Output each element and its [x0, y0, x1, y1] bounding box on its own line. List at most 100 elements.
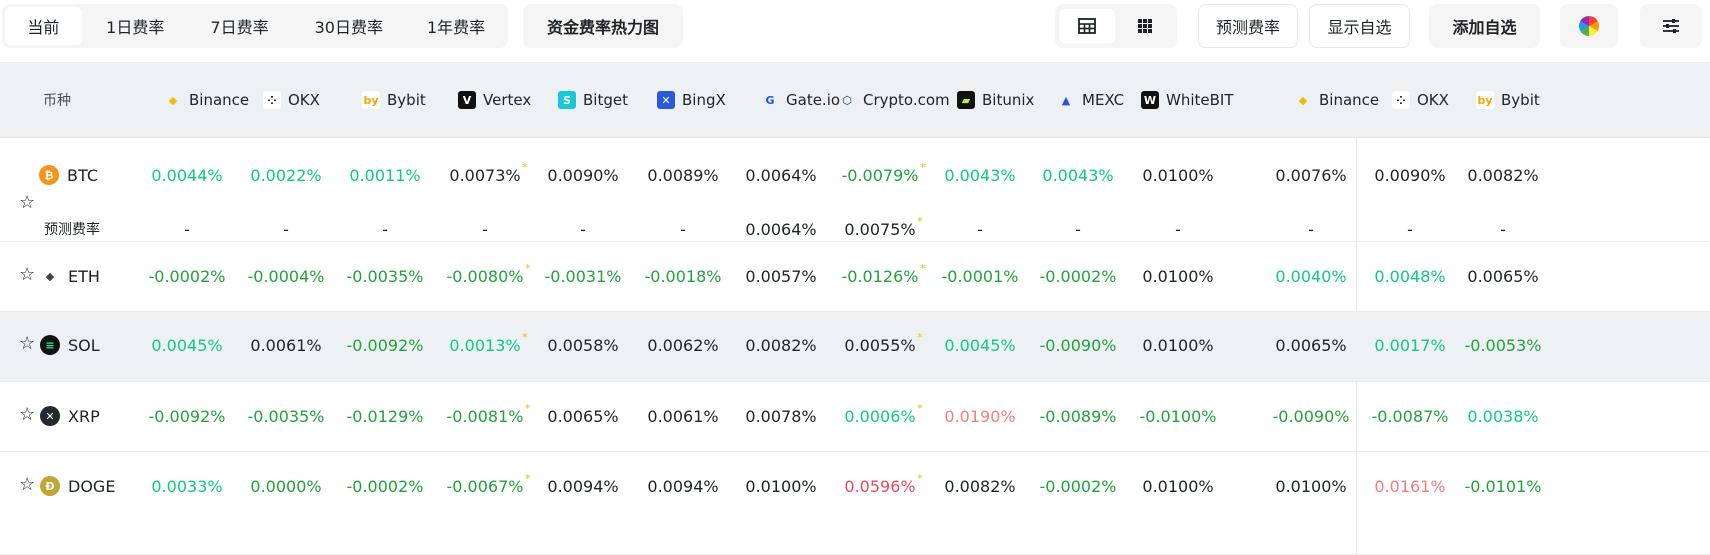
funding-rate-cell[interactable]: 0.0065% [1275, 336, 1346, 355]
funding-rate-cell[interactable]: -0.0004% [248, 267, 325, 286]
tab-1d[interactable]: 1日费率 [82, 7, 189, 45]
show-favorites-button[interactable]: 显示自选 [1309, 4, 1410, 48]
exchange-header-okx-2[interactable]: ⁘ OKX [1392, 62, 1449, 138]
funding-rate-cell[interactable]: 0.0082% [1467, 166, 1538, 185]
funding-rate-cell[interactable]: 0.0073% * [449, 161, 527, 185]
funding-rate-cell[interactable]: -0.0126% * [842, 262, 926, 286]
funding-rate-cell[interactable]: 0.0013% * [449, 331, 527, 355]
funding-rate-cell[interactable]: 0.0100% [1142, 267, 1213, 286]
funding-rate-cell[interactable]: 0.0061% [250, 336, 321, 355]
funding-rate-cell[interactable]: 0.0022% [250, 166, 321, 185]
heatmap-button[interactable]: 资金费率热力图 [523, 4, 683, 48]
exchange-header-mexc[interactable]: ▲ MEXC [1057, 62, 1124, 138]
funding-rate-cell[interactable]: 0.0011% [349, 166, 420, 185]
funding-rate-cell[interactable]: 0.0043% [1042, 166, 1113, 185]
exchange-header-cryptocom[interactable]: ⬡ Crypto.com [838, 62, 949, 138]
exchange-header-gateio[interactable]: G Gate.io [761, 62, 840, 138]
coin-cell[interactable]: ≡ SOL [40, 335, 100, 355]
funding-rate-cell[interactable]: -0.0079% * [842, 161, 926, 185]
funding-rate-cell[interactable]: -0.0035% [248, 407, 325, 426]
funding-rate-cell[interactable]: 0.0190% [944, 407, 1015, 426]
table-row[interactable]: ☆ ✕ XRP -0.0092% -0.0035% -0.0129% -0.0081% * 0.… [0, 382, 1710, 452]
table-row[interactable]: ☆ ≡ SOL 0.0045% 0.0061% -0.0092% 0.0013% * 0.005… [0, 312, 1710, 382]
tab-1y[interactable]: 1年费率 [407, 7, 505, 45]
funding-rate-cell[interactable]: 0.0055% * [844, 331, 922, 355]
favorite-star-icon[interactable]: ☆ [19, 192, 35, 213]
predict-rate-button[interactable]: 预测费率 [1198, 4, 1298, 48]
favorite-star-icon[interactable]: ☆ [19, 264, 35, 285]
funding-rate-cell[interactable]: 0.0045% [151, 336, 222, 355]
grid-view-button[interactable] [1117, 9, 1173, 43]
funding-rate-cell[interactable]: 0.0082% [745, 336, 816, 355]
funding-rate-cell[interactable]: 0.0048% [1374, 267, 1445, 286]
funding-rate-cell[interactable]: 0.0040% [1275, 267, 1346, 286]
funding-rate-cell[interactable]: 0.0038% [1467, 407, 1538, 426]
table-row[interactable]: ☆ ◆ ETH -0.0002% -0.0004% -0.0035% -0.0080% * -0… [0, 242, 1710, 312]
funding-rate-cell[interactable]: 0.0045% [944, 336, 1015, 355]
funding-rate-cell[interactable]: 0.0090% [1374, 166, 1445, 185]
funding-rate-cell[interactable]: -0.0101% [1465, 477, 1542, 496]
exchange-header-bybit-2[interactable]: by Bybit [1476, 62, 1540, 138]
coin-cell[interactable]: ✕ XRP [40, 406, 100, 426]
funding-rate-cell[interactable]: 0.0100% [1142, 477, 1213, 496]
tab-current[interactable]: 当前 [5, 7, 82, 45]
funding-rate-cell[interactable]: 0.0100% [1275, 477, 1346, 496]
funding-rate-cell[interactable]: -0.0090% [1273, 407, 1350, 426]
funding-rate-cell[interactable]: 0.0061% [647, 407, 718, 426]
table-row[interactable]: ☆ ₿ BTC 0.0044% 0.0022% 0.0011% 0.0073% * 0.0090… [0, 138, 1710, 242]
funding-rate-cell[interactable]: 0.0065% [547, 407, 618, 426]
funding-rate-cell[interactable]: 0.0100% [745, 477, 816, 496]
exchange-header-binance-2[interactable]: ◆ Binance [1294, 62, 1379, 138]
funding-rate-cell[interactable]: 0.0078% [745, 407, 816, 426]
funding-rate-cell[interactable]: -0.0002% [1040, 267, 1117, 286]
funding-rate-cell[interactable]: -0.0129% [347, 407, 424, 426]
favorite-star-icon[interactable]: ☆ [19, 404, 35, 425]
funding-rate-cell[interactable]: -0.0002% [347, 477, 424, 496]
funding-rate-cell[interactable]: -0.0002% [149, 267, 226, 286]
funding-rate-cell[interactable]: 0.0065% [1467, 267, 1538, 286]
funding-rate-cell[interactable]: -0.0035% [347, 267, 424, 286]
funding-rate-cell[interactable]: -0.0089% [1040, 407, 1117, 426]
funding-rate-cell[interactable]: 0.0062% [647, 336, 718, 355]
exchange-header-bitget[interactable]: S Bitget [558, 62, 628, 138]
funding-rate-cell[interactable]: 0.0596% * [844, 472, 922, 496]
funding-rate-cell[interactable]: -0.0067% * [447, 472, 531, 496]
funding-rate-cell[interactable]: -0.0018% [645, 267, 722, 286]
funding-rate-cell[interactable]: 0.0094% [547, 477, 618, 496]
funding-rate-cell[interactable]: -0.0087% [1372, 407, 1449, 426]
coin-cell[interactable]: ₿ BTC [39, 165, 98, 185]
funding-rate-cell[interactable]: 0.0161% [1374, 477, 1445, 496]
funding-rate-cell[interactable]: -0.0080% * [447, 262, 531, 286]
exchange-header-vertex[interactable]: V Vertex [458, 62, 531, 138]
exchange-header-bingx[interactable]: ✕ BingX [657, 62, 726, 138]
table-row[interactable]: ☆ Ð DOGE 0.0033% 0.0000% -0.0002% -0.0067% * 0.0… [0, 452, 1710, 555]
exchange-header-bitunix[interactable]: ▰ Bitunix [957, 62, 1034, 138]
funding-rate-cell[interactable]: 0.0089% [647, 166, 718, 185]
tab-30d[interactable]: 30日费率 [290, 7, 407, 45]
settings-button[interactable] [1640, 4, 1702, 48]
funding-rate-cell[interactable]: 0.0033% [151, 477, 222, 496]
funding-rate-cell[interactable]: 0.0094% [647, 477, 718, 496]
funding-rate-cell[interactable]: 0.0000% [250, 477, 321, 496]
exchange-header-okx[interactable]: ⁘ OKX [263, 62, 320, 138]
tab-7d[interactable]: 7日费率 [189, 7, 291, 45]
color-button[interactable] [1560, 4, 1618, 48]
exchange-header-binance[interactable]: ◆ Binance [164, 62, 249, 138]
funding-rate-cell[interactable]: -0.0090% [1040, 336, 1117, 355]
funding-rate-cell[interactable]: 0.0082% [944, 477, 1015, 496]
funding-rate-cell[interactable]: -0.0053% [1465, 336, 1542, 355]
funding-rate-cell[interactable]: -0.0002% [1040, 477, 1117, 496]
funding-rate-cell[interactable]: -0.0092% [347, 336, 424, 355]
add-favorites-button[interactable]: 添加自选 [1429, 4, 1540, 48]
coin-cell[interactable]: Ð DOGE [40, 476, 115, 496]
funding-rate-cell[interactable]: -0.0100% [1140, 407, 1217, 426]
funding-rate-cell[interactable]: -0.0031% [545, 267, 622, 286]
funding-rate-cell[interactable]: 0.0044% [151, 166, 222, 185]
funding-rate-cell[interactable]: 0.0058% [547, 336, 618, 355]
funding-rate-cell[interactable]: 0.0076% [1275, 166, 1346, 185]
exchange-header-bybit[interactable]: by Bybit [362, 62, 426, 138]
favorite-star-icon[interactable]: ☆ [19, 333, 35, 354]
funding-rate-cell[interactable]: -0.0092% [149, 407, 226, 426]
exchange-header-whitebit[interactable]: W WhiteBIT [1141, 62, 1234, 138]
favorite-star-icon[interactable]: ☆ [19, 474, 35, 495]
